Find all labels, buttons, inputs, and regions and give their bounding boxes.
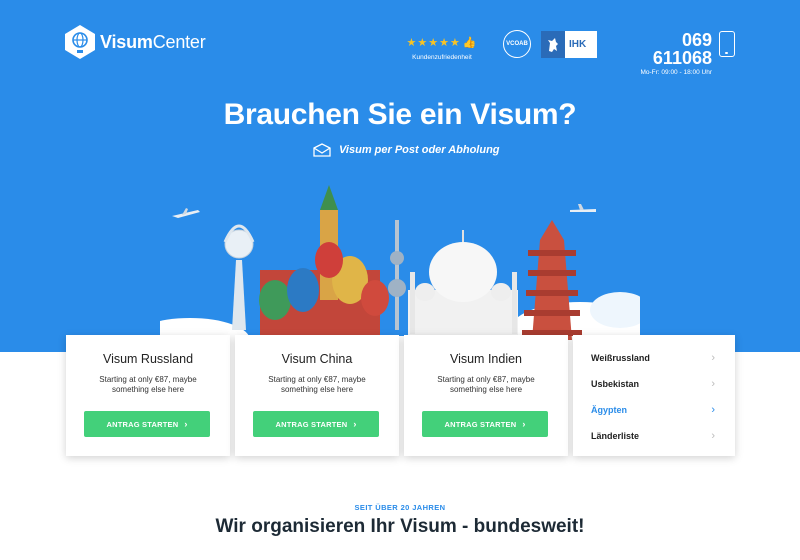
star-icon: ★ [439, 37, 450, 49]
logo-text: VisumCenter [100, 31, 206, 52]
lion-icon [541, 31, 565, 58]
card-description: Starting at only €87, maybe something el… [99, 375, 197, 394]
rating-label: Kundenzufriedenheit [412, 54, 472, 61]
menu-item-belarus[interactable]: Weißrussland › [573, 345, 735, 371]
chevron-right-icon: › [353, 419, 357, 429]
phone-contact[interactable]: 069 611068 Mo-Fr: 09:00 - 18:00 Uhr [620, 31, 712, 76]
section-title: Wir organisieren Ihr Visum - bundesweit! [215, 516, 585, 537]
visa-card-china: Visum China Starting at only €87, maybe … [235, 335, 399, 456]
thumbs-up-icon: 👍 [462, 37, 478, 49]
card-title: Visum China [281, 352, 353, 366]
star-icon: ★ [449, 37, 461, 49]
start-application-button[interactable]: ANTRAG STARTEN › [422, 411, 548, 437]
chevron-right-icon: › [711, 352, 715, 364]
visa-card-russia: Visum Russland Starting at only €87, may… [66, 335, 230, 456]
chevron-right-icon: › [711, 404, 715, 416]
airplane-icon [172, 208, 200, 218]
star-icon: ★ [417, 37, 429, 49]
phone-hours: Mo-Fr: 09:00 - 18:00 Uhr [640, 69, 712, 76]
hero-subline: Visum per Post oder Abholung [313, 143, 500, 157]
start-application-button[interactable]: ANTRAG STARTEN › [84, 411, 210, 437]
logo-icon [65, 25, 95, 59]
chevron-right-icon: › [711, 378, 715, 390]
smartphone-icon [719, 31, 735, 57]
country-menu: Weißrussland › Usbekistan › Ägypten › Lände… [573, 335, 735, 456]
airplane-icon [570, 204, 596, 212]
chevron-right-icon: › [184, 419, 188, 429]
vcoab-badge: VCOAB [503, 30, 531, 58]
chevron-right-icon: › [522, 419, 526, 429]
phone-number[interactable]: 069 611068 [620, 31, 712, 67]
chevron-right-icon: › [711, 430, 715, 442]
rating-stars: ★ ★ ★ ★ ★ 👍 [406, 36, 477, 49]
menu-item-country-list[interactable]: Länderliste › [573, 423, 735, 449]
card-title: Visum Russland [102, 352, 194, 366]
card-title: Visum Indien [449, 352, 523, 366]
menu-item-egypt[interactable]: Ägypten › [573, 397, 735, 423]
card-description: Starting at only €87, maybe something el… [268, 375, 366, 394]
landmarks-illustration [160, 185, 640, 352]
menu-item-uzbekistan[interactable]: Usbekistan › [573, 371, 735, 397]
star-icon: ★ [406, 37, 418, 49]
start-application-button[interactable]: ANTRAG STARTEN › [253, 411, 379, 437]
section-eyebrow: SEIT ÜBER 20 JAHREN [354, 503, 446, 512]
star-icon: ★ [428, 37, 440, 49]
hero-headline: Brauchen Sie ein Visum? [223, 98, 577, 131]
hero-section: VisumCenter ★ ★ ★ ★ ★ 👍 Kundenzufriedenheit V… [0, 0, 800, 352]
visa-card-india: Visum Indien Starting at only €87, maybe… [404, 335, 568, 456]
envelope-icon [313, 143, 331, 157]
logo[interactable]: VisumCenter [64, 24, 206, 60]
customer-rating: ★ ★ ★ ★ ★ 👍 Kundenzufriedenheit [402, 33, 482, 61]
card-description: Starting at only €87, maybe something el… [437, 375, 535, 394]
ihk-badge: IHK [541, 31, 597, 58]
